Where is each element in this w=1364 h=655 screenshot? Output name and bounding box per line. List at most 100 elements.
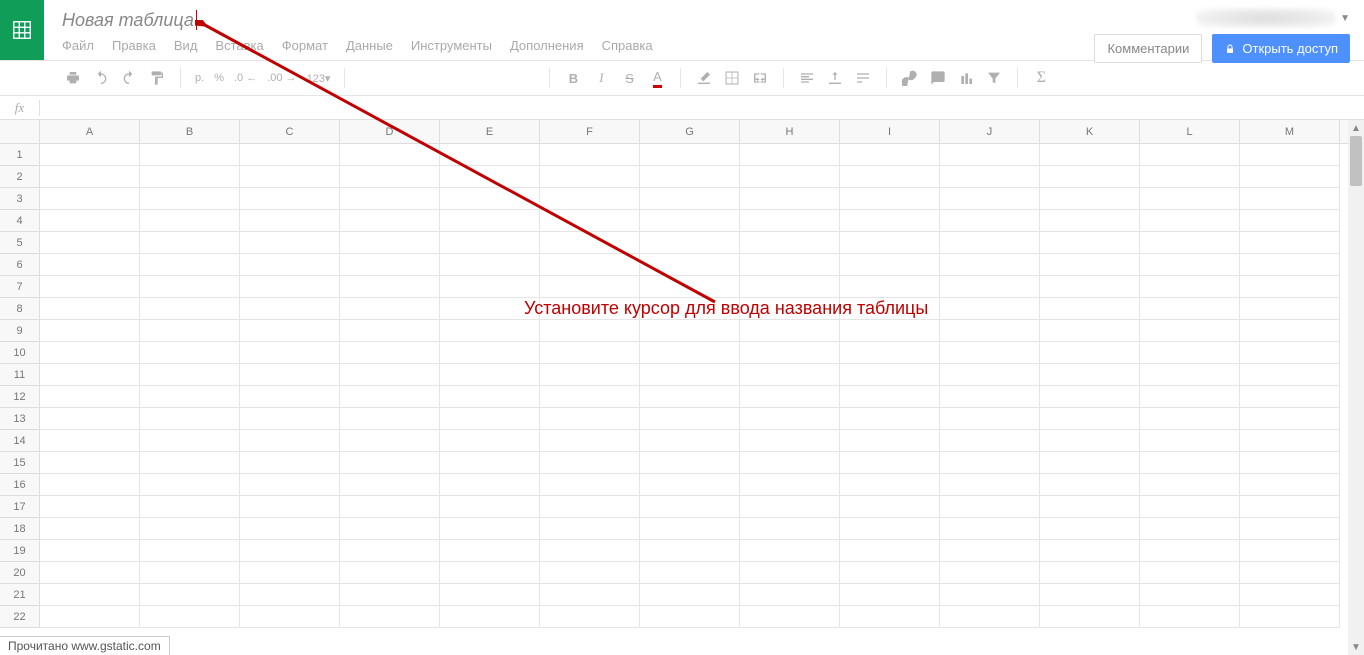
cell-E10[interactable] (440, 342, 540, 364)
cell-K9[interactable] (1040, 320, 1140, 342)
cell-J5[interactable] (940, 232, 1040, 254)
cell-G13[interactable] (640, 408, 740, 430)
column-header-F[interactable]: F (540, 120, 640, 143)
cell-C8[interactable] (240, 298, 340, 320)
cell-L2[interactable] (1140, 166, 1240, 188)
cell-E1[interactable] (440, 144, 540, 166)
cell-B1[interactable] (140, 144, 240, 166)
cell-M4[interactable] (1240, 210, 1340, 232)
cell-H4[interactable] (740, 210, 840, 232)
cell-J13[interactable] (940, 408, 1040, 430)
cell-G3[interactable] (640, 188, 740, 210)
cell-B20[interactable] (140, 562, 240, 584)
cell-F21[interactable] (540, 584, 640, 606)
column-header-A[interactable]: A (40, 120, 140, 143)
cell-A9[interactable] (40, 320, 140, 342)
menu-format[interactable]: Формат (282, 38, 328, 53)
cell-A15[interactable] (40, 452, 140, 474)
cell-H12[interactable] (740, 386, 840, 408)
cell-G20[interactable] (640, 562, 740, 584)
cell-C19[interactable] (240, 540, 340, 562)
cell-C12[interactable] (240, 386, 340, 408)
cell-D17[interactable] (340, 496, 440, 518)
cell-B2[interactable] (140, 166, 240, 188)
cell-D16[interactable] (340, 474, 440, 496)
cell-K6[interactable] (1040, 254, 1140, 276)
cell-K14[interactable] (1040, 430, 1140, 452)
row-header-20[interactable]: 20 (0, 562, 40, 584)
menu-edit[interactable]: Правка (112, 38, 156, 53)
cell-L9[interactable] (1140, 320, 1240, 342)
column-header-D[interactable]: D (340, 120, 440, 143)
cell-I14[interactable] (840, 430, 940, 452)
cell-H6[interactable] (740, 254, 840, 276)
scroll-up-arrow-icon[interactable]: ▲ (1348, 120, 1364, 136)
cell-D20[interactable] (340, 562, 440, 584)
cell-M16[interactable] (1240, 474, 1340, 496)
cell-I16[interactable] (840, 474, 940, 496)
cell-I2[interactable] (840, 166, 940, 188)
cell-A10[interactable] (40, 342, 140, 364)
cell-L1[interactable] (1140, 144, 1240, 166)
cell-M6[interactable] (1240, 254, 1340, 276)
cell-G7[interactable] (640, 276, 740, 298)
cell-E3[interactable] (440, 188, 540, 210)
column-header-B[interactable]: B (140, 120, 240, 143)
cell-E7[interactable] (440, 276, 540, 298)
cell-L15[interactable] (1140, 452, 1240, 474)
row-header-6[interactable]: 6 (0, 254, 40, 276)
cell-I20[interactable] (840, 562, 940, 584)
cell-B3[interactable] (140, 188, 240, 210)
cell-I18[interactable] (840, 518, 940, 540)
row-header-1[interactable]: 1 (0, 144, 40, 166)
cell-E9[interactable] (440, 320, 540, 342)
cell-H7[interactable] (740, 276, 840, 298)
document-title[interactable]: Новая таблица (62, 10, 194, 31)
row-header-3[interactable]: 3 (0, 188, 40, 210)
row-header-13[interactable]: 13 (0, 408, 40, 430)
cell-E20[interactable] (440, 562, 540, 584)
cell-G4[interactable] (640, 210, 740, 232)
cell-M15[interactable] (1240, 452, 1340, 474)
column-header-C[interactable]: C (240, 120, 340, 143)
cell-L5[interactable] (1140, 232, 1240, 254)
cell-A4[interactable] (40, 210, 140, 232)
select-all-corner[interactable] (0, 120, 40, 143)
cell-D8[interactable] (340, 298, 440, 320)
cell-C22[interactable] (240, 606, 340, 628)
cell-H11[interactable] (740, 364, 840, 386)
cell-C3[interactable] (240, 188, 340, 210)
cell-K10[interactable] (1040, 342, 1140, 364)
cell-G12[interactable] (640, 386, 740, 408)
cell-H17[interactable] (740, 496, 840, 518)
format-percent-button[interactable]: % (212, 72, 226, 84)
cell-B21[interactable] (140, 584, 240, 606)
cell-F5[interactable] (540, 232, 640, 254)
cell-I5[interactable] (840, 232, 940, 254)
cell-E11[interactable] (440, 364, 540, 386)
column-header-M[interactable]: M (1240, 120, 1340, 143)
cell-A17[interactable] (40, 496, 140, 518)
cell-J19[interactable] (940, 540, 1040, 562)
account-caret-icon[interactable]: ▼ (1340, 13, 1350, 24)
cell-M22[interactable] (1240, 606, 1340, 628)
undo-button[interactable] (90, 67, 112, 89)
cell-G16[interactable] (640, 474, 740, 496)
cell-F20[interactable] (540, 562, 640, 584)
cell-K22[interactable] (1040, 606, 1140, 628)
decrease-decimal-button[interactable]: .0 ← (232, 72, 259, 84)
row-header-19[interactable]: 19 (0, 540, 40, 562)
cell-K16[interactable] (1040, 474, 1140, 496)
cell-H21[interactable] (740, 584, 840, 606)
menu-file[interactable]: Файл (62, 38, 94, 53)
cell-D15[interactable] (340, 452, 440, 474)
column-header-I[interactable]: I (840, 120, 940, 143)
cell-I12[interactable] (840, 386, 940, 408)
cell-L17[interactable] (1140, 496, 1240, 518)
cell-K5[interactable] (1040, 232, 1140, 254)
cell-M17[interactable] (1240, 496, 1340, 518)
cell-J7[interactable] (940, 276, 1040, 298)
cell-E16[interactable] (440, 474, 540, 496)
cell-D5[interactable] (340, 232, 440, 254)
cell-E18[interactable] (440, 518, 540, 540)
